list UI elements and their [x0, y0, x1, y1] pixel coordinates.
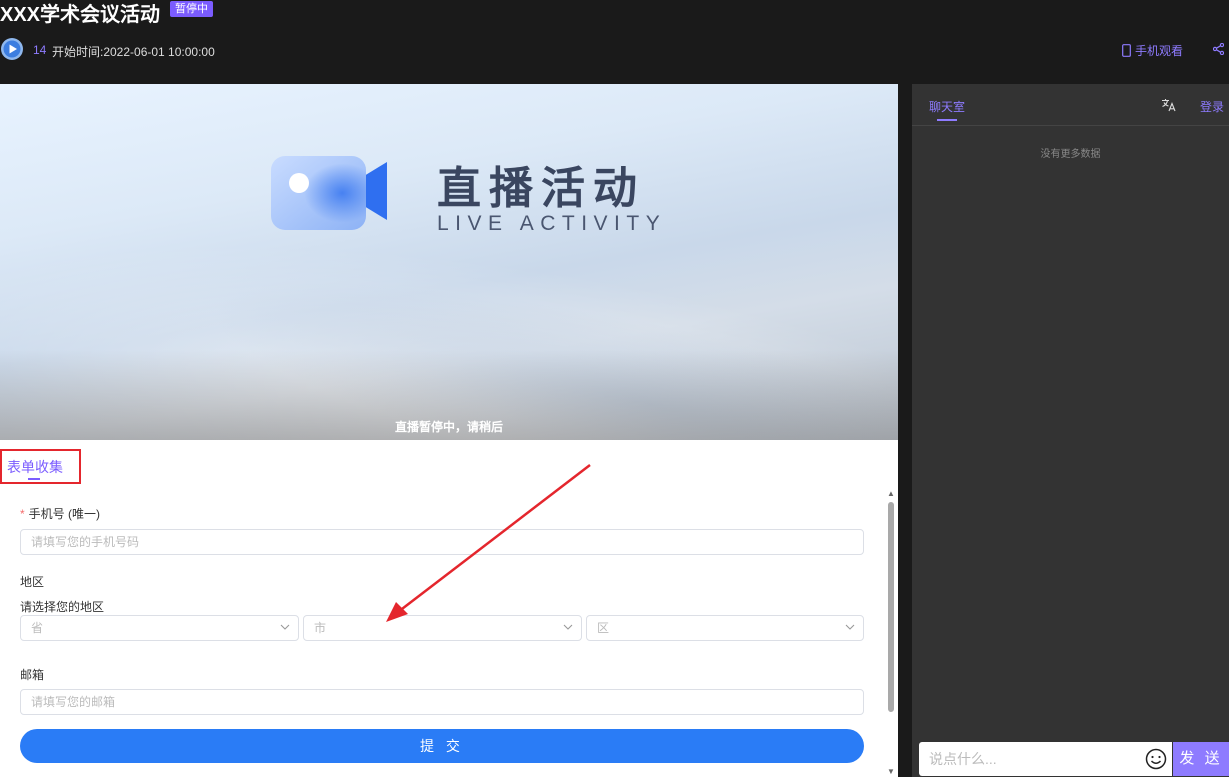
translate-icon[interactable] [1161, 98, 1176, 112]
play-icon[interactable] [1, 38, 23, 60]
tab-underline [937, 119, 957, 121]
page-title: XXX学术会议活动 [0, 4, 161, 26]
chat-panel: 聊天室 登录 没有更多数据 说点什么... 发 送 [912, 84, 1229, 777]
phone-icon [1122, 44, 1131, 57]
chat-input-placeholder: 说点什么... [929, 751, 997, 767]
viewer-count: 14 [33, 43, 47, 57]
start-time: 开始时间:2022-06-01 10:00:00 [52, 45, 215, 59]
tab-chat-room[interactable]: 聊天室 [929, 98, 965, 115]
mobile-view-label: 手机观看 [1135, 44, 1184, 58]
login-link[interactable]: 登录 [1200, 98, 1224, 115]
header: XXX学术会议活动 暂停中 14 开始时间:2022-06-01 10:00:0… [0, 0, 1229, 84]
annotation-arrow-icon [386, 464, 591, 622]
empty-message: 没有更多数据 [1040, 149, 1101, 160]
chat-input[interactable]: 说点什么... [919, 742, 1172, 776]
emoji-icon[interactable] [1145, 748, 1167, 770]
share-icon[interactable] [1213, 43, 1224, 55]
main-panel: 直播活动 LIVE ACTIVITY 直播暂停中，请稍后 表单收集 * 手机号 (… [0, 84, 898, 777]
send-button[interactable]: 发 送 [1173, 742, 1229, 776]
mobile-view-link[interactable]: 手机观看 [1122, 42, 1183, 59]
status-badge: 暂停中 [170, 1, 213, 17]
divider [912, 125, 1229, 126]
